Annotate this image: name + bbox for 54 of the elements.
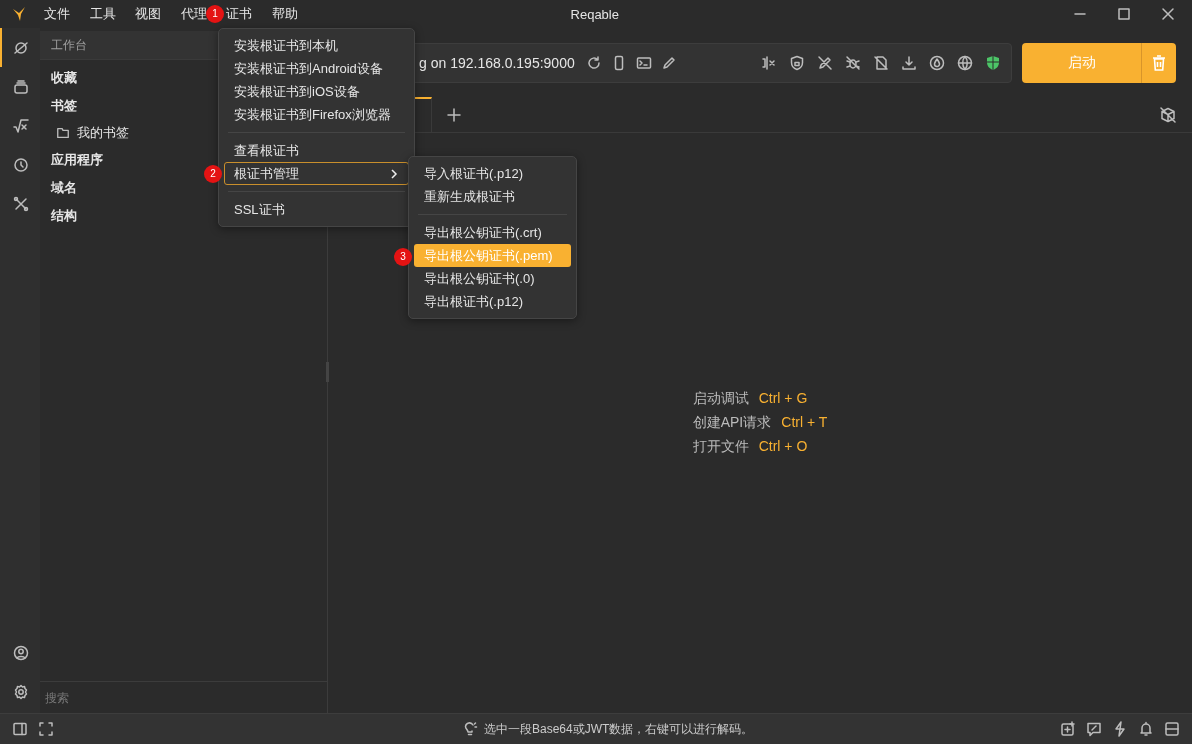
refresh-icon[interactable] — [585, 55, 602, 71]
menu-item[interactable]: 安装根证书到Android设备 — [224, 57, 409, 80]
folder-icon — [56, 126, 70, 140]
menu-item[interactable]: SSL证书 — [224, 198, 409, 221]
lightbulb-icon — [462, 721, 478, 737]
hint-label: 创建API请求 — [692, 414, 772, 432]
drop-icon[interactable] — [929, 55, 945, 71]
menu-item[interactable]: 视图 — [135, 4, 161, 24]
menu-item[interactable]: 重新生成根证书 — [414, 185, 571, 208]
proxy-address: g on 192.168.0.195:9000 — [419, 55, 575, 71]
crossed-pen-icon[interactable] — [817, 55, 833, 71]
hint-label: 打开文件 — [692, 438, 749, 456]
shortcut-label: Ctrl + O — [758, 438, 808, 456]
shortcut-label: Ctrl + G — [758, 390, 808, 408]
status-message: 选中一段Base64或JWT数据，右键可以进行解码。 — [484, 720, 754, 738]
hint-label: 启动调试 — [692, 390, 749, 408]
bell-icon[interactable] — [1138, 721, 1154, 737]
menu-item[interactable]: 导出根公钥证书(.crt) — [414, 221, 571, 244]
menu-item[interactable]: 查看根证书 — [224, 139, 409, 162]
close-icon[interactable] — [1160, 6, 1176, 22]
bug-icon[interactable] — [845, 55, 861, 71]
shortcut-label: Ctrl + T — [781, 414, 828, 432]
menu-item[interactable]: 文件 — [44, 4, 70, 24]
step-badge: 3 — [394, 248, 412, 266]
add-image-icon[interactable] — [1060, 721, 1076, 737]
menu-item[interactable]: 安装根证书到iOS设备 — [224, 80, 409, 103]
chat-edit-icon[interactable] — [1086, 721, 1102, 737]
menu-item[interactable]: 导出根公钥证书(.0) — [414, 267, 571, 290]
crossed-cube-icon[interactable] — [1160, 106, 1176, 123]
menu-item[interactable]: 安装根证书到Firefox浏览器 — [224, 103, 409, 126]
menu-item[interactable]: 帮助 — [271, 4, 298, 24]
pencil-icon[interactable] — [660, 55, 677, 71]
split-icon[interactable] — [761, 55, 777, 71]
menu-item[interactable]: 导入根证书(.p12) — [414, 162, 571, 185]
menu-item[interactable]: 根证书管理 — [224, 162, 409, 185]
window-title: Reqable — [569, 6, 620, 22]
crossed-file-icon[interactable] — [873, 55, 889, 71]
maximize-icon[interactable] — [1116, 6, 1132, 22]
globe-icon[interactable] — [957, 55, 973, 71]
terminal-icon[interactable] — [635, 55, 652, 71]
shield-lock-icon[interactable] — [789, 55, 805, 71]
plus-icon[interactable] — [446, 106, 462, 123]
trash-icon — [1152, 55, 1166, 71]
menu-item[interactable]: 导出根证书(.p12) — [414, 290, 571, 313]
layout-icon[interactable] — [1164, 721, 1180, 737]
chevron-icon — [389, 168, 399, 179]
menu-item[interactable]: 证书 — [226, 4, 252, 24]
download-icon[interactable] — [901, 55, 917, 71]
menu-item[interactable]: 代理 — [180, 4, 207, 24]
fullscreen-icon[interactable] — [38, 721, 54, 737]
menu-item[interactable]: 工具 — [89, 4, 116, 24]
sidebar-toggle-icon[interactable] — [12, 721, 28, 737]
shield-icon[interactable] — [985, 55, 1001, 71]
lightning-icon[interactable] — [1112, 721, 1128, 737]
